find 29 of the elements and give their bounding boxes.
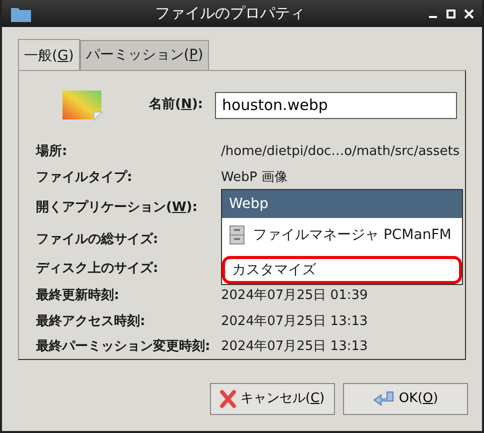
field-label: 最終パーミッション変更時刻: <box>36 338 212 356</box>
cancel-button[interactable]: キャンセル(C) <box>210 383 335 415</box>
field-value: /home/dietpi/doc…o/math/src/assets <box>221 143 460 162</box>
field-label: 最終更新時刻: <box>36 286 120 305</box>
field-label: ディスク上のサイズ: <box>36 260 160 278</box>
menu-item[interactable]: ファイルマネージャ PCManFM <box>222 218 462 252</box>
tab[interactable]: 一般(G) <box>18 39 80 71</box>
name-label: 名前(N): <box>149 96 203 114</box>
menu-item[interactable]: カスタマイズ <box>222 256 462 284</box>
field-value: 2024年07月25日 01:39 <box>221 286 368 305</box>
maximize-icon[interactable] <box>446 8 456 18</box>
name-field[interactable]: houston.webp <box>214 92 457 118</box>
field-label: 開くアプリケーション(W): <box>36 198 198 217</box>
cross-icon <box>220 390 236 408</box>
field-value: WebP 画像 <box>221 169 288 188</box>
ok-button[interactable]: OK(O) <box>343 383 468 415</box>
tab[interactable]: パーミッション(P) <box>80 40 210 70</box>
field-label: ファイルの総サイズ: <box>36 231 160 250</box>
field-label: 最終アクセス時刻: <box>36 312 146 331</box>
image-file-icon <box>61 89 103 121</box>
window-title: ファイルのプロパティ <box>154 3 306 24</box>
field-value: 2024年07月25日 13:13 <box>221 338 368 356</box>
cabinet-icon <box>229 225 245 245</box>
field-value: 2024年07月25日 13:13 <box>221 312 368 331</box>
close-icon[interactable] <box>464 8 474 18</box>
menu-item[interactable]: Webp <box>222 190 462 218</box>
field-label: 場所: <box>36 143 68 162</box>
return-arrow-icon <box>372 391 395 407</box>
field-label: ファイルタイプ: <box>36 168 134 188</box>
